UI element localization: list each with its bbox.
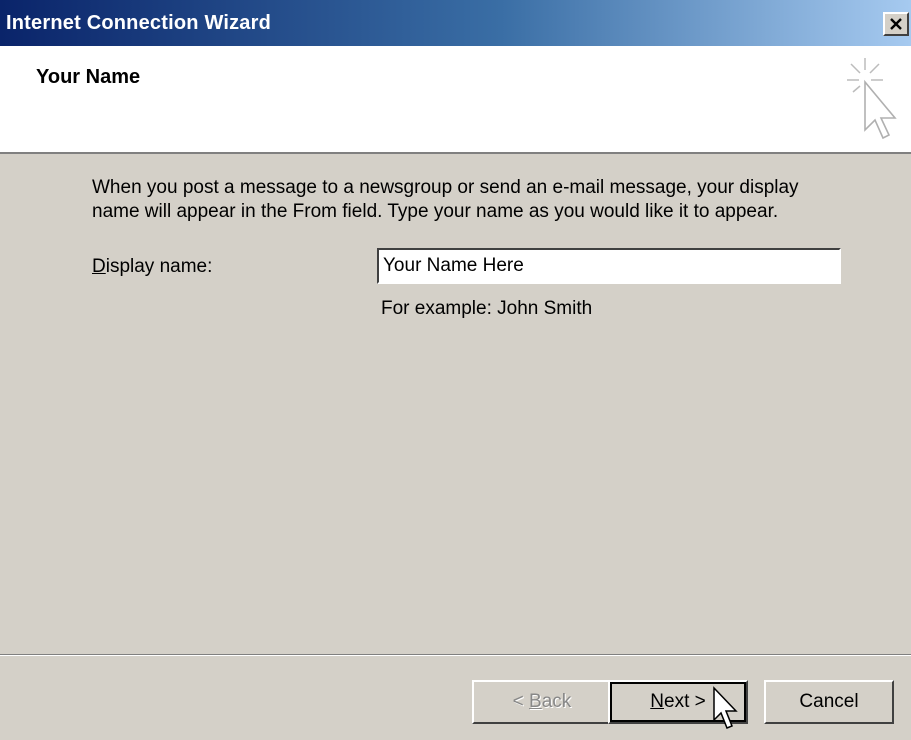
next-rest: ext > (664, 691, 706, 712)
example-text: For example: John Smith (381, 298, 593, 319)
back-label: < Back (513, 691, 572, 713)
display-name-label: Display name: (92, 256, 212, 278)
close-button[interactable] (883, 12, 909, 36)
access-key: N (650, 691, 664, 712)
window-title: Internet Connection Wizard (6, 12, 272, 34)
page-title: Your Name (36, 66, 141, 88)
access-key: B (529, 691, 542, 712)
divider (0, 654, 911, 656)
access-key: D (92, 256, 106, 277)
next-label: Next > (650, 691, 705, 713)
cancel-button[interactable]: Cancel (764, 680, 894, 724)
title-bar[interactable]: Internet Connection Wizard (0, 0, 911, 46)
close-icon (890, 18, 902, 30)
label-text: isplay name: (105, 256, 213, 277)
back-button[interactable]: < Back (472, 680, 612, 724)
wizard-window: Internet Connection Wizard Your Name Whe… (0, 0, 911, 740)
wizard-body: When you post a message to a newsgroup o… (0, 154, 911, 654)
next-button[interactable]: Next > (608, 680, 748, 724)
wizard-cursor-sparkle-icon (847, 58, 897, 140)
display-name-input[interactable] (377, 248, 841, 284)
back-rest: ack (541, 691, 572, 712)
description-line: name will appear in the From field. Type… (92, 201, 779, 222)
wizard-header: Your Name (0, 46, 911, 154)
back-prefix: < (512, 691, 530, 712)
description: When you post a message to a newsgroup o… (92, 176, 852, 224)
description-line: When you post a message to a newsgroup o… (92, 177, 799, 198)
